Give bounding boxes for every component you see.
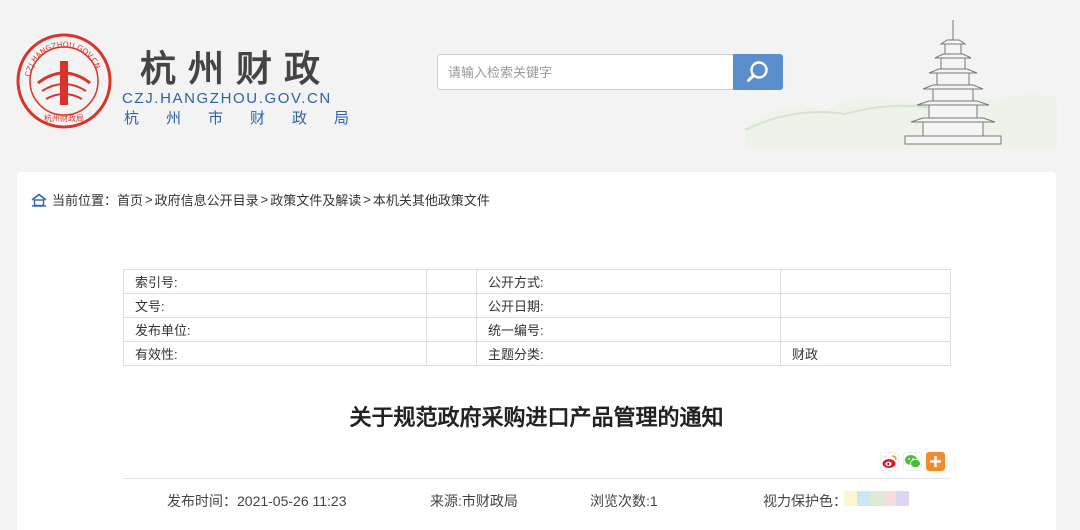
city-emblem-logo[interactable]: 杭州财政局 CZJ.HANGZHOU.GOV.CN (16, 33, 112, 129)
meta-label: 主题分类: (476, 341, 781, 366)
pagoda-decoration (745, 20, 1057, 150)
article-source: 来源:市财政局 (430, 493, 518, 509)
breadcrumb-separator: > (260, 192, 269, 207)
site-domain: CZJ.HANGZHOU.GOV.CN (122, 90, 332, 107)
search-box (437, 54, 783, 90)
eye-care-swatch-pink[interactable] (883, 491, 896, 506)
eye-care-swatch-yellow[interactable] (844, 491, 857, 506)
meta-value (426, 293, 477, 318)
meta-label: 文号: (123, 293, 427, 318)
search-input[interactable] (438, 55, 736, 89)
site-header: 杭州财政局 CZJ.HANGZHOU.GOV.CN 杭州财政 CZJ.HANGZ… (0, 0, 1080, 165)
site-name: 杭州财政 (140, 48, 333, 90)
article-title: 关于规范政府采购进口产品管理的通知 (349, 405, 724, 430)
meta-value (780, 293, 951, 318)
meta-label: 公开日期: (476, 293, 781, 318)
breadcrumb-home[interactable]: 首页 (117, 190, 143, 209)
eye-care-label: 视力保护色： (763, 493, 847, 509)
more-share-icon[interactable] (926, 452, 945, 471)
table-row: 文号: 公开日期: (123, 293, 951, 318)
meta-label: 发布单位: (123, 317, 427, 342)
meta-value: 财政 (780, 341, 951, 366)
table-row: 发布单位: 统一编号: (123, 317, 951, 342)
breadcrumb-separator: > (363, 192, 371, 207)
emblem-bottom-text: 杭州财政局 (44, 113, 84, 123)
weibo-icon[interactable] (880, 452, 899, 471)
table-row: 有效性: 主题分类: 财政 (123, 341, 951, 366)
meta-label: 索引号: (123, 269, 427, 294)
table-row: 索引号: 公开方式: (123, 269, 951, 294)
meta-label: 公开方式: (476, 269, 781, 294)
divider (123, 478, 950, 479)
breadcrumb-gov-info[interactable]: 政府信息公开目录 (155, 190, 259, 209)
content-card: 当前位置： 首页 > 政府信息公开目录 > 政策文件及解读 > 本机关其他政策文件 索… (17, 172, 1056, 530)
breadcrumb-label: 当前位置： (52, 193, 118, 208)
meta-value (426, 341, 477, 366)
document-meta-table: 索引号: 公开方式: 文号: 公开日期: 发布单位: 统一编号: 有效性: 主题… (123, 269, 951, 366)
eye-care-swatch-purple[interactable] (896, 491, 909, 506)
view-count: 浏览次数:1 (590, 493, 658, 509)
publish-time: 发布时间：2021-05-26 11:23 (167, 493, 347, 509)
breadcrumb-separator: > (145, 192, 153, 207)
home-icon (31, 193, 47, 207)
share-bar (880, 452, 945, 471)
breadcrumb-other-policies[interactable]: 本机关其他政策文件 (373, 190, 490, 209)
wechat-icon[interactable] (903, 452, 922, 471)
eye-care-swatches (844, 491, 909, 506)
eye-care-swatch-green[interactable] (870, 491, 883, 506)
site-subtitle: 杭州市财政局 (124, 110, 377, 127)
meta-label: 有效性: (123, 341, 427, 366)
meta-value (780, 317, 951, 342)
breadcrumb-policy-docs[interactable]: 政策文件及解读 (270, 190, 361, 209)
eye-care-swatch-blue[interactable] (857, 491, 870, 506)
meta-value (426, 317, 477, 342)
meta-label: 统一编号: (476, 317, 781, 342)
breadcrumb: 当前位置： 首页 > 政府信息公开目录 > 政策文件及解读 > 本机关其他政策文件 (31, 190, 490, 209)
meta-value (780, 269, 951, 294)
meta-value (426, 269, 477, 294)
